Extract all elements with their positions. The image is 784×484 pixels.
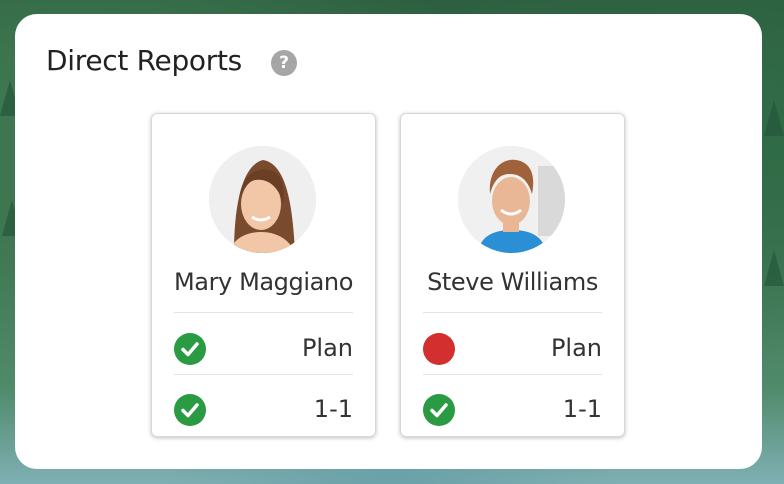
divider xyxy=(174,312,353,313)
divider xyxy=(174,374,353,375)
help-icon[interactable]: ? xyxy=(271,50,297,76)
divider xyxy=(423,312,602,313)
avatar xyxy=(458,146,565,253)
red-status-dot-icon xyxy=(423,333,455,365)
direct-reports-widget: Direct Reports ? Mary Maggiano Plan 1-1 xyxy=(15,14,762,469)
divider xyxy=(423,374,602,375)
widget-title: Direct Reports xyxy=(46,44,242,77)
check-circle-icon xyxy=(174,333,206,365)
plan-label: Plan xyxy=(550,334,602,362)
one-on-one-label: 1-1 xyxy=(313,395,353,423)
report-card-steve[interactable]: Steve Williams Plan 1-1 xyxy=(400,113,625,437)
plan-label: Plan xyxy=(301,334,353,362)
one-on-one-label: 1-1 xyxy=(562,395,602,423)
check-circle-icon xyxy=(174,394,206,426)
report-name: Steve Williams xyxy=(427,268,598,296)
avatar xyxy=(209,146,316,253)
report-name: Mary Maggiano xyxy=(173,268,354,296)
report-card-mary[interactable]: Mary Maggiano Plan 1-1 xyxy=(151,113,376,437)
check-circle-icon xyxy=(423,394,455,426)
